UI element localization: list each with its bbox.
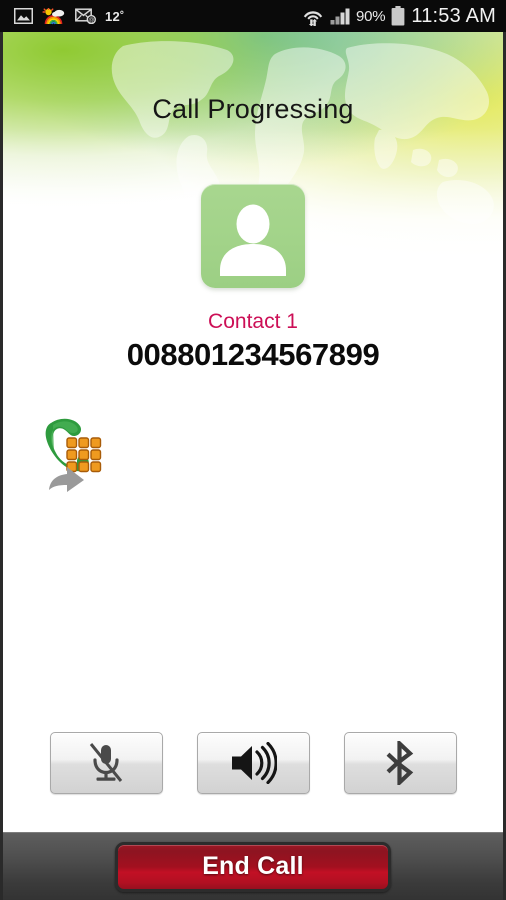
email-icon: @ [75, 8, 96, 24]
speaker-button[interactable] [196, 732, 310, 794]
phone-screen: @ 12˚ 90% 11:53 AM Call Progressing Cont… [0, 0, 506, 900]
cellular-signal-icon [330, 8, 350, 25]
bluetooth-icon [386, 741, 414, 785]
keypad-grid [66, 437, 102, 473]
svg-text:@: @ [88, 18, 94, 24]
status-bar-right-icons: 90% 11:53 AM [302, 5, 506, 28]
bluetooth-button[interactable] [343, 732, 457, 794]
avatar [201, 184, 305, 288]
contact-name-label: Contact 1 [208, 310, 298, 333]
wifi-data-transfer-icon [302, 6, 324, 26]
status-bar: @ 12˚ 90% 11:53 AM [0, 0, 506, 32]
status-bar-left-icons: @ 12˚ [0, 7, 125, 25]
clock-label: 11:53 AM [411, 4, 496, 27]
end-call-label: End Call [202, 852, 304, 880]
call-status-title: Call Progressing [152, 94, 354, 124]
speaker-icon [232, 742, 277, 784]
gallery-icon [14, 8, 33, 24]
in-call-screen: Call Progressing Contact 1 0088012345678… [0, 32, 506, 900]
mute-button[interactable] [49, 732, 163, 794]
dialpad-forward-icon[interactable] [41, 414, 111, 494]
battery-percent-label: 90% [355, 7, 386, 25]
battery-full-icon [391, 6, 405, 26]
microphone-muted-icon [89, 743, 123, 782]
in-call-controls [3, 732, 503, 797]
temperature-label: 12˚ [105, 8, 125, 24]
person-placeholder-icon [220, 204, 286, 276]
contact-number-label: 008801234567899 [126, 337, 380, 372]
bottom-action-bar: End Call [3, 832, 503, 900]
weather-rainbow-icon [42, 7, 66, 25]
end-call-button[interactable]: End Call [115, 841, 391, 892]
